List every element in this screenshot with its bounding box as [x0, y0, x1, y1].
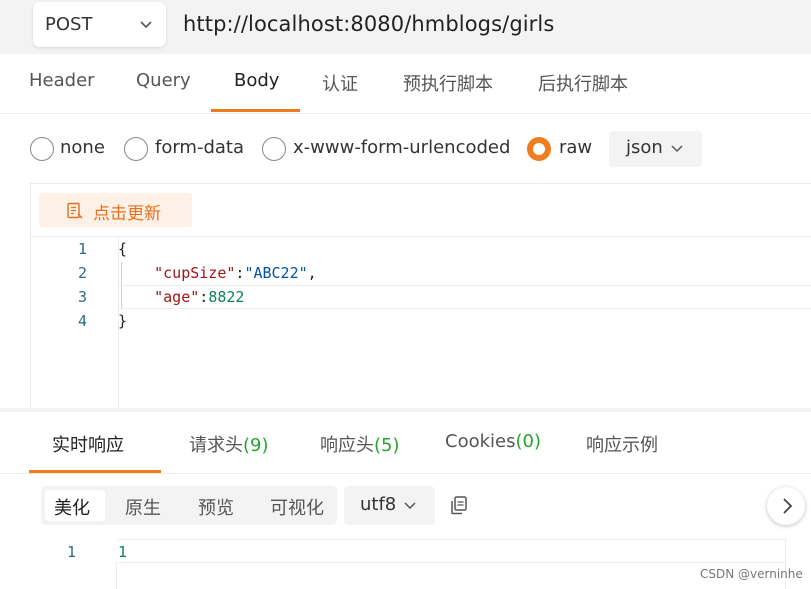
radio-urlencoded[interactable] — [262, 137, 286, 161]
code-line[interactable]: "cupSize":"ABC22", — [118, 264, 317, 282]
tab-query[interactable]: Query — [136, 70, 191, 91]
current-line-highlight — [119, 308, 811, 309]
count-badge: (9) — [243, 435, 269, 456]
line-number: 2 — [77, 264, 87, 282]
tab-response-headers[interactable]: 响应头(5) — [320, 431, 400, 457]
tab-label: Cookies — [445, 431, 516, 452]
response-editor-border — [118, 562, 786, 563]
tab-live-response[interactable]: 实时响应 — [52, 431, 124, 457]
radio-label-raw: raw — [559, 137, 593, 158]
format-document-icon — [67, 202, 83, 219]
tab-body[interactable]: Body — [234, 70, 279, 91]
code-line[interactable]: { — [118, 240, 127, 258]
chevron-down-icon — [404, 502, 416, 510]
response-content[interactable]: 1 — [118, 543, 127, 561]
chevron-down-icon — [140, 21, 152, 29]
json-brace: { — [118, 240, 128, 258]
code-line[interactable]: } — [118, 312, 127, 330]
panel-separator — [0, 408, 811, 412]
divider — [0, 113, 811, 114]
radio-form-data[interactable] — [124, 137, 148, 161]
radio-label-form-data: form-data — [155, 137, 245, 158]
encoding-select[interactable]: utf8 — [344, 486, 435, 525]
raw-format-select[interactable]: json — [609, 131, 702, 167]
response-editor-border — [118, 539, 786, 540]
line-number: 4 — [77, 312, 87, 330]
url-input[interactable]: http://localhost:8080/hmblogs/girls — [183, 12, 554, 36]
view-mode-segmented: 美化 原生 预览 可视化 — [41, 486, 337, 525]
count-badge: (5) — [374, 435, 400, 456]
tab-label: 请求头 — [189, 435, 243, 456]
raw-format-label: json — [626, 137, 663, 158]
line-number: 1 — [77, 240, 87, 258]
tab-auth[interactable]: 认证 — [322, 70, 358, 96]
view-mode-visualize[interactable]: 可视化 — [270, 494, 324, 520]
chevron-right-icon — [783, 498, 793, 514]
copy-icon[interactable] — [448, 494, 470, 516]
json-key: "cupSize" — [154, 264, 236, 282]
tab-cookies[interactable]: Cookies(0) — [445, 431, 541, 452]
json-number: 8822 — [208, 288, 245, 306]
json-brace: } — [118, 312, 128, 330]
count-badge: (0) — [515, 431, 541, 452]
scroll-right-button[interactable] — [767, 487, 805, 525]
view-mode-pretty[interactable]: 美化 — [54, 494, 90, 520]
tab-post-script[interactable]: 后执行脚本 — [538, 70, 628, 96]
divider — [0, 473, 811, 474]
line-number: 1 — [66, 543, 76, 561]
chevron-down-icon — [671, 145, 683, 153]
response-editor-border — [785, 539, 786, 589]
encoding-label: utf8 — [360, 494, 397, 515]
method-select[interactable]: POST — [33, 2, 166, 47]
watermark: CSDN @verninhe — [700, 567, 803, 581]
beautify-button[interactable]: 点击更新 — [39, 193, 192, 227]
response-editor-border — [116, 562, 117, 589]
beautify-label: 点击更新 — [93, 204, 161, 224]
code-line[interactable]: "age":8822 — [118, 288, 244, 306]
editor-border — [30, 236, 811, 237]
view-mode-preview[interactable]: 预览 — [198, 494, 234, 520]
json-comma: , — [307, 264, 317, 282]
tab-label: 实时响应 — [52, 435, 124, 456]
radio-none[interactable] — [30, 137, 54, 161]
tab-response-examples[interactable]: 响应示例 — [586, 431, 658, 457]
json-colon: : — [199, 288, 209, 306]
method-label: POST — [45, 14, 93, 35]
active-tab-indicator — [211, 109, 300, 112]
url-bar: POST http://localhost:8080/hmblogs/girls — [0, 0, 811, 54]
editor-border — [30, 183, 31, 409]
view-mode-raw[interactable]: 原生 — [125, 494, 161, 520]
tab-label: 响应示例 — [586, 435, 658, 456]
radio-raw[interactable] — [527, 137, 551, 161]
json-string: "ABC22" — [244, 264, 308, 282]
tab-header[interactable]: Header — [29, 70, 95, 91]
current-line-highlight — [119, 285, 811, 286]
line-number: 3 — [77, 288, 87, 306]
tab-label: 响应头 — [320, 435, 374, 456]
editor-border — [30, 183, 811, 184]
json-key: "age" — [154, 288, 200, 306]
tab-pre-script[interactable]: 预执行脚本 — [403, 70, 493, 96]
tab-request-headers[interactable]: 请求头(9) — [189, 431, 269, 457]
radio-label-urlencoded: x-www-form-urlencoded — [293, 137, 511, 158]
radio-label-none: none — [60, 137, 105, 158]
